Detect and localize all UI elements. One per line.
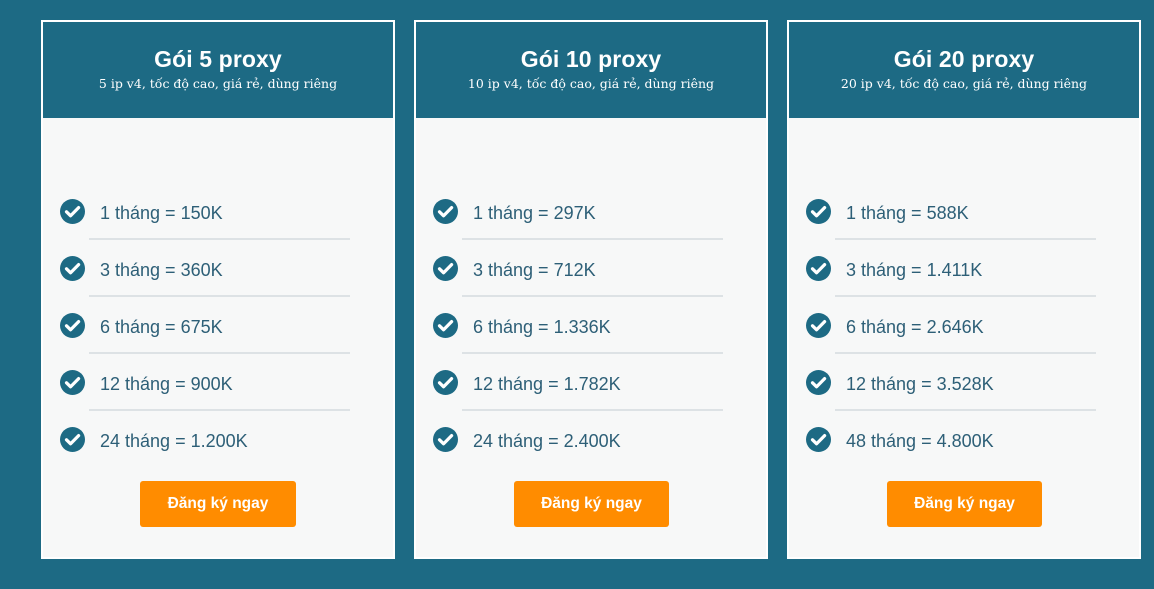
price-label: 6 tháng = 1.336K (473, 317, 611, 337)
price-item: 3 tháng = 712K (433, 239, 723, 297)
check-circle-icon (60, 370, 85, 395)
price-item: 24 tháng = 2.400K (433, 410, 723, 467)
check-circle-icon (806, 427, 831, 452)
register-now-button[interactable]: Đăng ký ngay (514, 481, 669, 527)
price-label: 1 tháng = 297K (473, 203, 596, 223)
card-header: Gói 5 proxy 5 ip v4, tốc độ cao, giá rẻ,… (43, 22, 393, 118)
card-title: Gói 5 proxy (154, 46, 282, 72)
price-list: 1 tháng = 588K 3 tháng = 1.411K 6 tháng … (806, 182, 1096, 467)
price-label: 48 tháng = 4.800K (846, 431, 994, 451)
check-circle-icon (60, 199, 85, 224)
price-label: 6 tháng = 2.646K (846, 317, 984, 337)
price-label: 1 tháng = 588K (846, 203, 969, 223)
price-label: 12 tháng = 3.528K (846, 374, 994, 394)
check-circle-icon (433, 256, 458, 281)
pricing-card-5-proxy: Gói 5 proxy 5 ip v4, tốc độ cao, giá rẻ,… (41, 20, 395, 559)
check-circle-icon (806, 313, 831, 338)
price-label: 12 tháng = 900K (100, 374, 233, 394)
price-item: 6 tháng = 2.646K (806, 296, 1096, 354)
price-label: 3 tháng = 712K (473, 260, 596, 280)
price-label: 24 tháng = 1.200K (100, 431, 248, 451)
check-circle-icon (433, 313, 458, 338)
price-label: 6 tháng = 675K (100, 317, 223, 337)
price-label: 3 tháng = 360K (100, 260, 223, 280)
price-item: 6 tháng = 675K (60, 296, 350, 354)
register-now-button[interactable]: Đăng ký ngay (887, 481, 1042, 527)
card-title: Gói 10 proxy (520, 46, 662, 72)
price-label: 1 tháng = 150K (100, 203, 223, 223)
price-item: 12 tháng = 1.782K (433, 353, 723, 411)
check-circle-icon (806, 370, 831, 395)
price-item: 6 tháng = 1.336K (433, 296, 723, 354)
price-list: 1 tháng = 297K 3 tháng = 712K 6 tháng = … (433, 182, 723, 467)
price-label: 24 tháng = 2.400K (473, 431, 621, 451)
price-item: 48 tháng = 4.800K (806, 410, 1096, 467)
price-label: 12 tháng = 1.782K (473, 374, 621, 394)
check-circle-icon (433, 370, 458, 395)
check-circle-icon (806, 256, 831, 281)
check-circle-icon (433, 199, 458, 224)
register-now-button[interactable]: Đăng ký ngay (140, 481, 296, 527)
price-item: 1 tháng = 297K (433, 182, 723, 240)
check-circle-icon (60, 313, 85, 338)
card-title: Gói 20 proxy (893, 46, 1035, 72)
card-header: Gói 10 proxy 10 ip v4, tốc độ cao, giá r… (416, 22, 766, 118)
check-circle-icon (60, 256, 85, 281)
card-header: Gói 20 proxy 20 ip v4, tốc độ cao, giá r… (789, 22, 1139, 118)
pricing-card-10-proxy: Gói 10 proxy 10 ip v4, tốc độ cao, giá r… (414, 20, 768, 559)
check-circle-icon (60, 427, 85, 452)
card-subtitle: 20 ip v4, tốc độ cao, giá rẻ, dùng riêng (840, 76, 1088, 91)
price-item: 3 tháng = 1.411K (806, 239, 1096, 297)
pricing-card-20-proxy: Gói 20 proxy 20 ip v4, tốc độ cao, giá r… (787, 20, 1141, 559)
price-item: 24 tháng = 1.200K (60, 410, 350, 467)
price-list: 1 tháng = 150K 3 tháng = 360K 6 tháng = … (60, 182, 350, 467)
price-item: 1 tháng = 588K (806, 182, 1096, 240)
check-circle-icon (806, 199, 831, 224)
price-item: 12 tháng = 3.528K (806, 353, 1096, 411)
price-label: 3 tháng = 1.411K (846, 260, 983, 280)
card-subtitle: 5 ip v4, tốc độ cao, giá rẻ, dùng riêng (98, 76, 338, 91)
price-item: 1 tháng = 150K (60, 182, 350, 240)
price-item: 12 tháng = 900K (60, 353, 350, 411)
price-item: 3 tháng = 360K (60, 239, 350, 297)
card-subtitle: 10 ip v4, tốc độ cao, giá rẻ, dùng riêng (467, 76, 715, 91)
check-circle-icon (433, 427, 458, 452)
